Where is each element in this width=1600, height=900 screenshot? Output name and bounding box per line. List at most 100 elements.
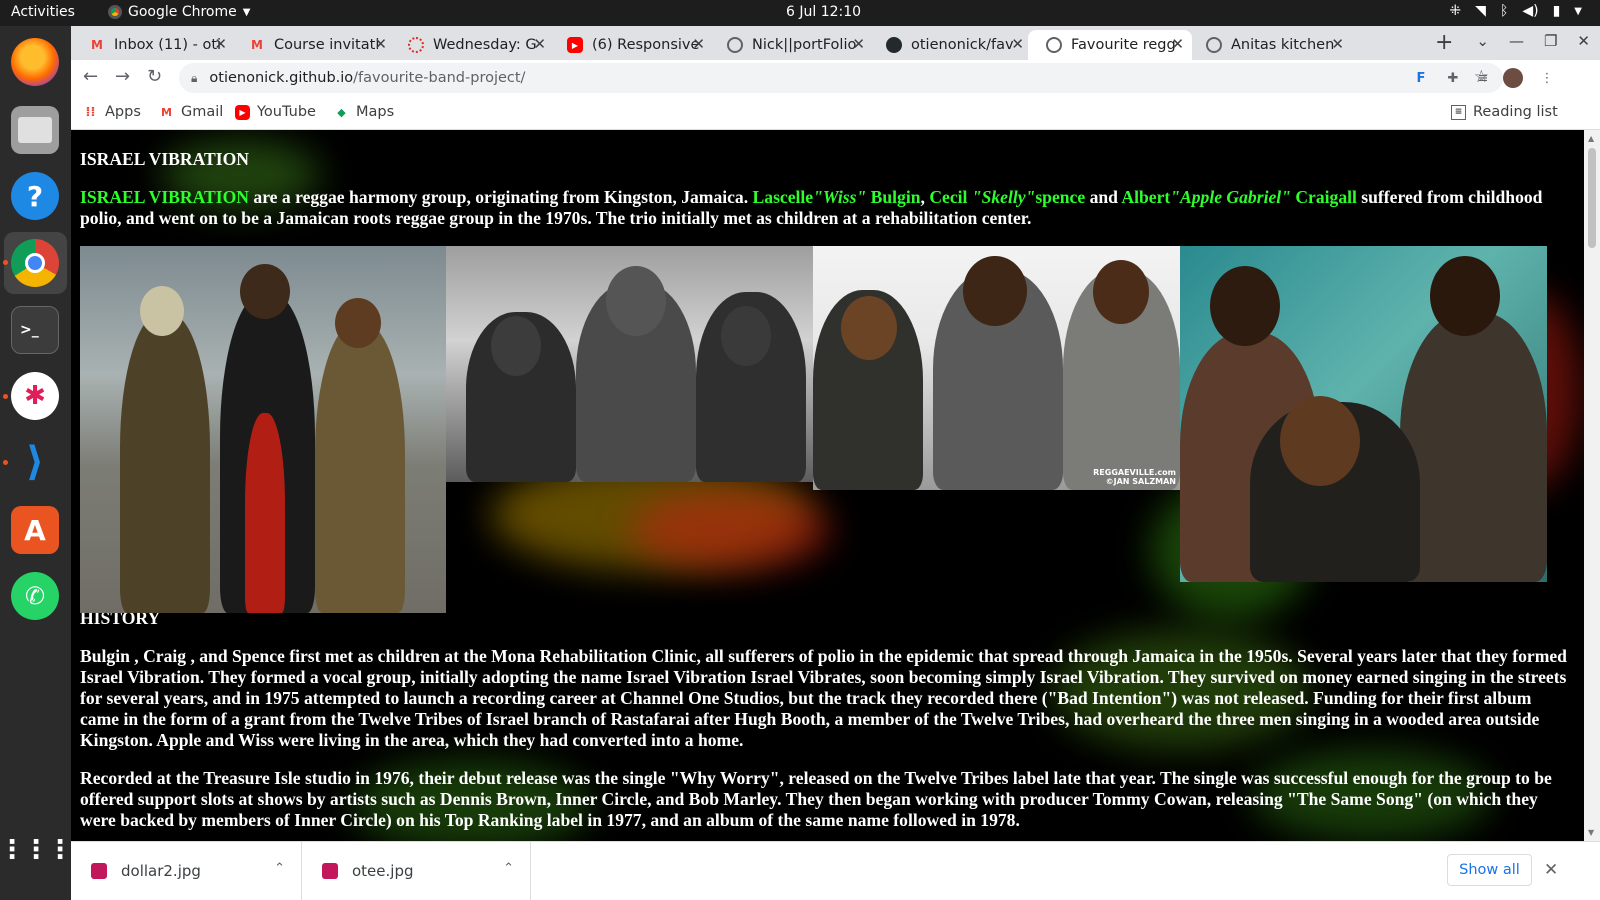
new-tab-button[interactable]: + [1435,30,1453,55]
intro-paragraph: ISRAEL VIBRATION are a reggae harmony gr… [80,187,1574,229]
extension-icon[interactable]: F [1411,68,1431,88]
bookmark-gmail[interactable]: M Gmail [159,104,223,120]
tab-anitas-kitchen[interactable]: Anitas kitchen ✕ [1188,30,1352,60]
photo-watermark: REGGAEVILLE.com ©JAN SALZMAN [1093,468,1176,486]
shirt [245,413,285,613]
chrome-icon[interactable] [11,239,59,287]
chevron-up-icon[interactable]: ⌃ [503,861,514,876]
band-member-head [140,286,184,336]
slack-icon[interactable]: ✱ [11,372,59,420]
scroll-up-icon[interactable]: ▲ [1588,134,1594,143]
profile-avatar[interactable] [1503,68,1523,88]
download-item[interactable]: dollar2.jpg ⌃ [71,842,302,900]
close-icon[interactable]: ✕ [533,35,546,53]
files-icon[interactable] [11,106,59,154]
show-all-button[interactable]: Show all [1447,854,1532,886]
bluetooth-icon[interactable]: ᛒ [1500,3,1508,19]
restore-icon[interactable]: ❐ [1544,32,1557,50]
image-file-icon [91,863,107,879]
chrome-icon [108,5,122,19]
minimize-icon[interactable]: — [1509,32,1524,50]
help-icon[interactable]: ? [11,172,59,220]
band-member-head [491,316,541,376]
bookmark-apps[interactable]: ⁞⁞ Apps [83,104,141,120]
chevron-down-icon[interactable]: ▼ [1574,6,1582,19]
wifi-icon[interactable]: ◥ [1475,3,1486,19]
browser-toolbar: ← → ↻ 🔒︎ otienonick.github.io/favourite-… [71,60,1600,96]
tab-label: Anitas kitchen [1231,37,1335,53]
lock-icon[interactable]: 🔒︎ [191,71,197,86]
close-icon[interactable]: ✕ [692,35,705,53]
system-tray[interactable]: ⁜ ◥ ᛒ ◀) ▮ ▼ [1449,3,1582,19]
battery-icon[interactable]: ▮ [1553,3,1561,19]
vertical-scrollbar[interactable]: ▲ ▼ [1584,130,1600,841]
download-filename: dollar2.jpg [121,862,201,880]
software-center-icon[interactable]: A [11,506,59,554]
tab-strip: M Inbox (11) - oti ✕ M Course invitati ✕… [71,26,1600,60]
vscode-icon[interactable]: ⟩ [11,438,59,486]
menu-icon[interactable]: ⋮ [1537,68,1557,88]
firefox-icon[interactable] [11,38,59,86]
band-member-head [1210,266,1280,346]
volume-icon[interactable]: ◀) [1522,3,1538,19]
media-control-icon[interactable]: ≡ [1473,68,1493,88]
tab-label: Inbox (11) - oti [114,37,222,53]
close-icon[interactable]: ✕ [1544,860,1558,880]
scroll-down-icon[interactable]: ▼ [1588,828,1594,837]
whatsapp-icon[interactable]: ✆ [11,572,59,620]
close-icon[interactable]: ✕ [214,35,227,53]
tab-label: Course invitati [274,37,380,53]
close-icon[interactable]: ✕ [852,35,865,53]
maps-icon: ◆ [337,105,346,119]
chevron-up-icon[interactable]: ⌃ [274,861,285,876]
history-paragraph-1: Bulgin , Craig , and Spence first met as… [80,646,1567,750]
image-file-icon [322,863,338,879]
clock[interactable]: 6 Jul 12:10 [786,4,861,20]
bookmark-maps[interactable]: ◆ Maps [334,104,394,120]
tab-inbox[interactable]: M Inbox (11) - oti ✕ [71,30,235,60]
band-name: ISRAEL VIBRATION [80,187,249,207]
tab-label: (6) Responsive [592,37,700,53]
band-member-figure [315,323,405,613]
reading-list-button[interactable]: ≡ Reading list [1451,104,1558,120]
download-item[interactable]: otee.jpg ⌃ [302,842,531,900]
app-menu[interactable]: Google Chrome ▼ [108,4,250,20]
address-bar[interactable]: 🔒︎ otienonick.github.io/favourite-band-p… [179,63,1503,93]
window-controls: ⌄ — ❐ ✕ [1476,32,1590,50]
tab-course-invitation[interactable]: M Course invitati ✕ [231,30,395,60]
bookmark-youtube[interactable]: ▶ YouTube [235,104,316,120]
terminal-icon[interactable]: >_ [11,306,59,354]
scrollbar-thumb[interactable] [1588,148,1596,248]
close-icon[interactable]: ✕ [1011,35,1024,53]
tab-github[interactable]: otienonick/fav ✕ [868,30,1032,60]
bookmark-label: Maps [356,104,395,120]
show-applications-icon[interactable]: ⋮⋮⋮ [0,826,73,874]
close-icon[interactable]: ✕ [1171,35,1184,53]
history-paragraph-2: Recorded at the Treasure Isle studio in … [80,768,1552,830]
close-icon[interactable]: ✕ [1331,35,1344,53]
tab-responsive[interactable]: ▶ (6) Responsive ✕ [549,30,713,60]
tab-search-icon[interactable]: ⌄ [1476,32,1489,50]
tab-label: Wednesday: G [433,37,537,53]
page-viewport: ISRAEL VIBRATION ISRAEL VIBRATION are a … [71,130,1584,841]
photo-gallery: REGGAEVILLE.com ©JAN SALZMAN [80,246,1574,616]
back-icon[interactable]: ← [83,66,98,87]
reload-icon[interactable]: ↻ [147,66,162,87]
globe-icon [727,37,743,53]
forward-icon[interactable]: → [115,66,130,87]
reading-list-icon: ≡ [1451,104,1466,120]
band-member-figure [1400,312,1547,582]
close-icon[interactable]: ✕ [374,35,387,53]
activities-button[interactable]: Activities [11,4,75,20]
band-member-head [963,256,1027,326]
tab-wednesday[interactable]: Wednesday: G ✕ [390,30,554,60]
reading-list-label: Reading list [1473,104,1558,120]
tab-favourite-reggae[interactable]: Favourite regg ✕ [1028,30,1192,60]
extensions-puzzle-icon[interactable]: ✚ [1443,68,1463,88]
close-window-icon[interactable]: ✕ [1577,32,1590,50]
url-path: /favourite-band-project/ [353,70,526,86]
tab-label: otienonick/fav [911,37,1014,53]
network-settings-icon[interactable]: ⁜ [1449,3,1461,19]
gmail-icon: M [161,105,172,119]
tab-portfolio[interactable]: Nick||portFolio ✕ [709,30,873,60]
